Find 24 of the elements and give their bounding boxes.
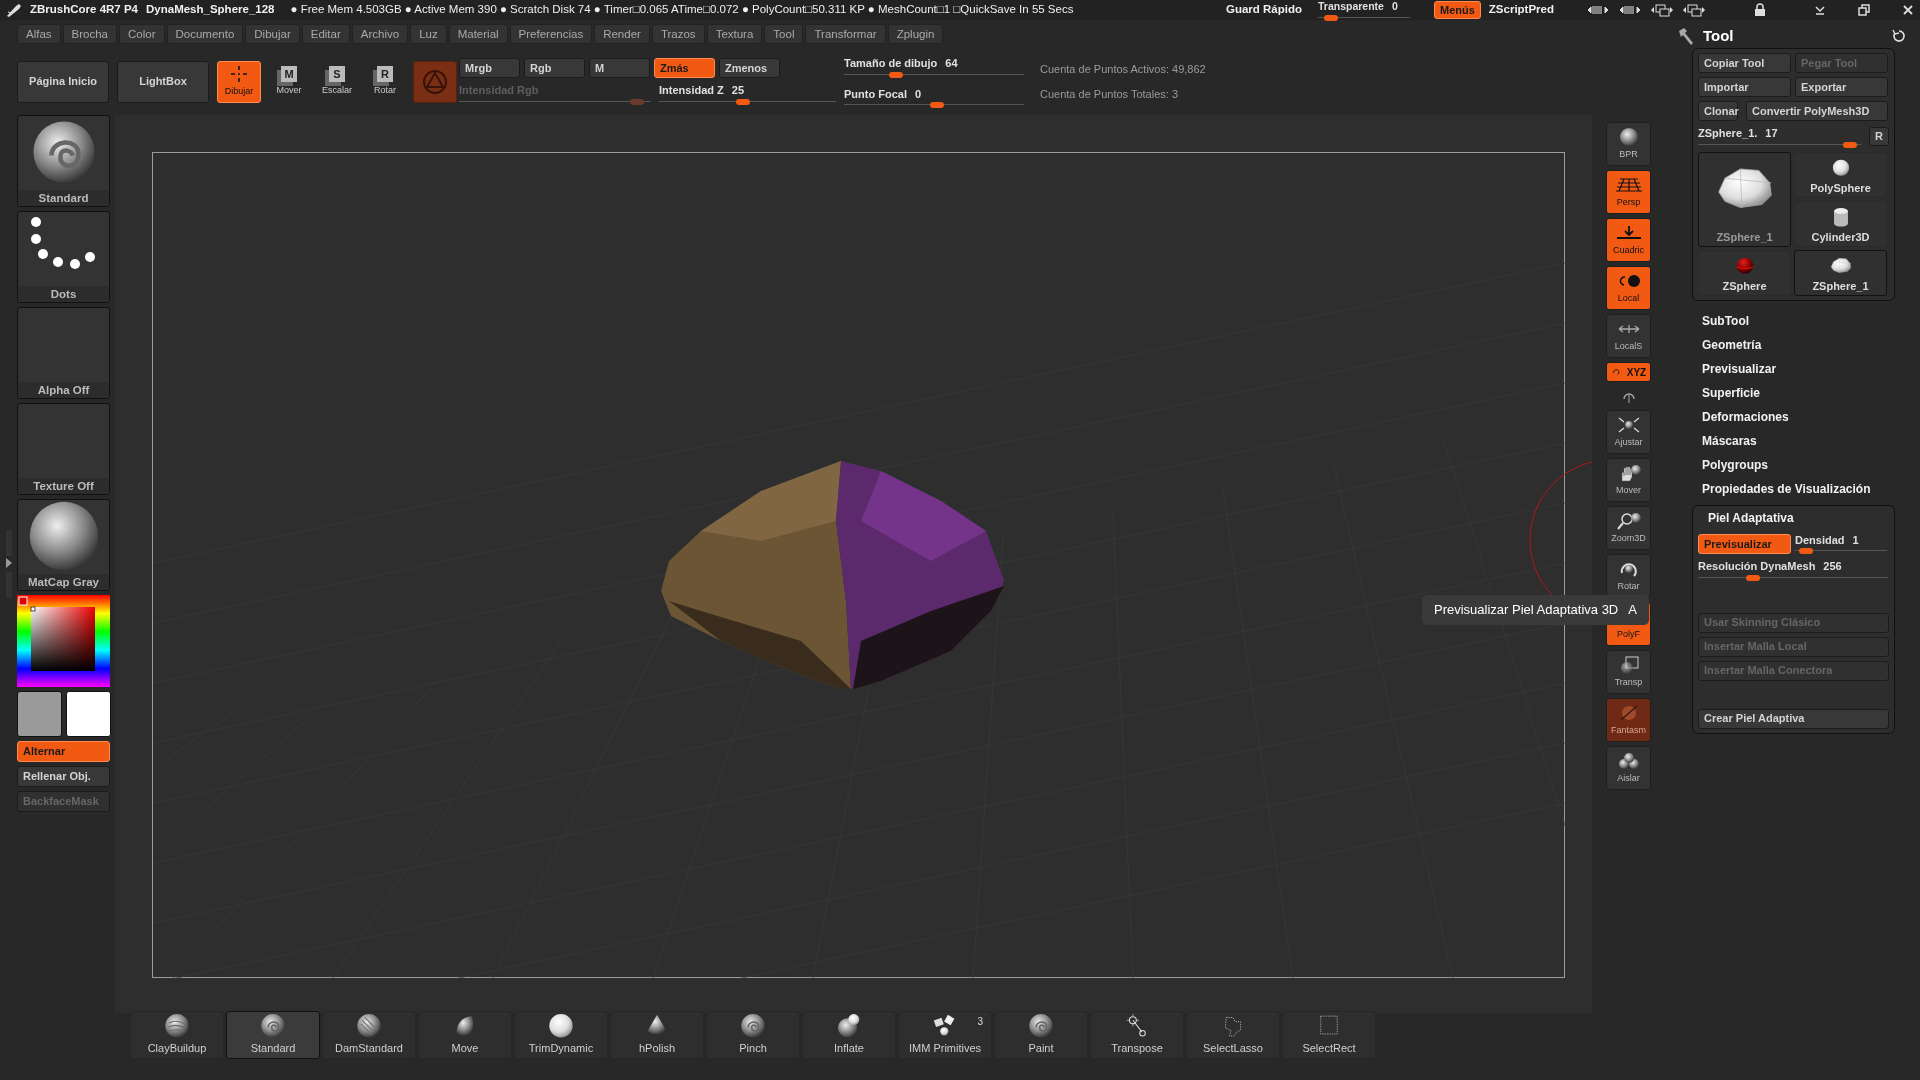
slider-label: Intensidad Z	[659, 83, 724, 99]
stat-text: Cuenta de Puntos Totales: 3	[1040, 86, 1179, 102]
document-name: DynaMesh_Sphere_128	[146, 2, 275, 18]
slider-value: 64	[945, 56, 958, 71]
app-name: ZBrushCore 4R7 P4	[30, 2, 138, 18]
slider-value: 256	[1823, 559, 1842, 574]
stat-text: Cuenta de Puntos Activos: 49,862	[1040, 62, 1206, 77]
slider-value: 0	[1391, 0, 1398, 15]
slider-value: 1	[1852, 532, 1859, 548]
slider-value: 0	[914, 86, 922, 102]
slider-value: 25	[731, 83, 745, 99]
hotkey-text: A	[1628, 601, 1637, 619]
tooltip-text: Previsualizar Piel Adaptativa 3D	[1434, 601, 1619, 619]
slider-label: ZSphere_1.	[1698, 126, 1758, 141]
slider-label: Punto Focal	[844, 86, 907, 102]
count-text: 3	[977, 1015, 983, 1029]
slider-label: Resolución DynaMesh	[1698, 559, 1816, 574]
zscript-label: ZScriptPred	[1488, 2, 1554, 18]
slider-label: Tamaño de dibujo	[844, 56, 938, 71]
slider-value: 17	[1765, 126, 1778, 141]
status-text: ● Free Mem 4.503GB ● Active Mem 390 ● Scratch Disk 74 ● Timer□0.065 ATime□0.072 ● PolyCount□50.311 KP ● MeshCount□1 □QuickSave In 55 Secs	[290, 2, 1074, 18]
slider-label: Transparente	[1317, 0, 1384, 15]
slider-label: Densidad	[1795, 532, 1845, 548]
palette-title: Tool	[1703, 25, 1735, 46]
